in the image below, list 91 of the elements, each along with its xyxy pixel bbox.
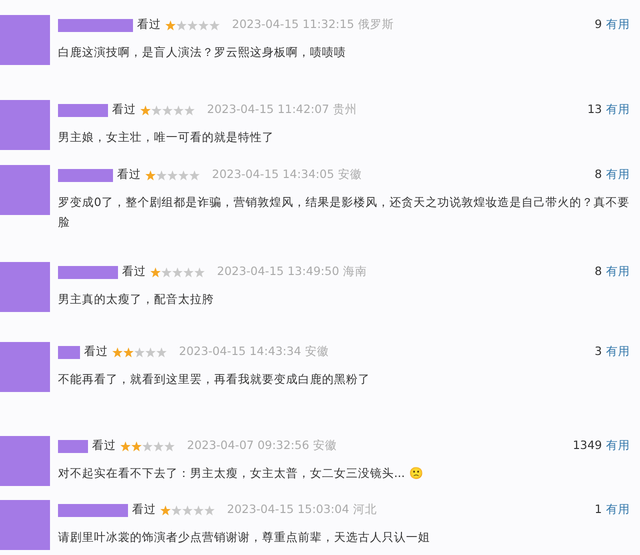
avatar[interactable] (0, 436, 50, 486)
watch-status: 看过 (132, 501, 156, 518)
redaction-bar (58, 440, 88, 452)
star-icon (112, 346, 123, 358)
useful-link[interactable]: 有用 (606, 263, 630, 281)
comment-text: 男主真的太瘦了，配音太拉胯 (58, 292, 214, 306)
comment-location: 河北 (353, 501, 378, 518)
comment-location: 海南 (343, 263, 368, 280)
avatar[interactable] (0, 165, 50, 215)
star-icon (134, 346, 145, 358)
redaction-bar (58, 346, 80, 358)
star-icon (120, 440, 131, 452)
comment-location: 俄罗斯 (358, 16, 394, 34)
vote-count: 3 (594, 343, 602, 360)
useful-link[interactable]: 有用 (606, 166, 630, 184)
star-icon (178, 170, 189, 180)
star-icon (153, 440, 164, 452)
star-icon (164, 440, 175, 452)
star-icon (142, 440, 153, 452)
redaction-bar (58, 168, 113, 182)
useful-link[interactable]: 有用 (606, 437, 630, 455)
emoji-icon: 🙁 (408, 466, 423, 480)
comment-text: 请剧里叶冰裳的饰演者少点营销谢谢，尊重点前辈，天选古人只认一姐 (58, 530, 430, 544)
star-icon (193, 504, 204, 516)
star-icon (176, 20, 187, 30)
star-icon (189, 170, 200, 180)
star-icon (209, 20, 220, 30)
star-icon (204, 504, 215, 516)
comment-time: 2023-04-15 14:34:05 (212, 166, 334, 184)
comment-text: 不能再看了，就看到这里罢，再看我就要变成白鹿的黑粉了 (58, 372, 370, 386)
watch-status: 看过 (92, 437, 116, 454)
comment-time: 2023-04-07 09:32:56 (187, 437, 310, 454)
star-icon (123, 346, 134, 358)
star-icon (198, 20, 209, 30)
watch-status: 看过 (122, 263, 146, 280)
vote-count: 8 (594, 263, 602, 280)
star-icon (182, 504, 193, 516)
comment-text: 男主娘，女主壮，唯一可看的就是特性了 (58, 130, 274, 144)
avatar[interactable] (0, 262, 50, 312)
watch-status: 看过 (112, 101, 136, 118)
vote-count: 9 (594, 16, 602, 34)
comment-text: 对不起实在看不下去了：男主太瘦，女主太普，女二女三没镜头... (58, 466, 405, 480)
star-icon (183, 266, 194, 278)
star-icon (156, 170, 167, 180)
watch-status: 看过 (117, 166, 141, 184)
star-icon (151, 104, 162, 116)
comment-time: 2023-04-15 11:42:07 (207, 101, 330, 118)
watch-status: 看过 (137, 16, 161, 34)
comment-location: 安徽 (338, 166, 362, 184)
star-icon (160, 504, 171, 516)
comment-time: 2023-04-15 11:32:15 (232, 16, 354, 34)
comment-time: 2023-04-15 13:49:50 (217, 263, 340, 280)
vote-count: 8 (594, 166, 602, 184)
comment-time: 2023-04-15 15:03:04 (227, 501, 350, 518)
avatar[interactable] (0, 15, 50, 65)
avatar[interactable] (0, 500, 50, 550)
comment-text: 罗变成0了，整个剧组都是诈骗，营销敦煌风，结果是影楼风，还贪天之功说敦煌妆造是自己带火的？真不要脸 (58, 195, 630, 229)
star-icon (140, 104, 151, 116)
redaction-bar (58, 504, 128, 516)
comment-text: 白鹿这演技啊，是盲人演法？罗云熙这身板啊，啧啧啧 (58, 45, 346, 59)
star-icon (194, 266, 205, 278)
star-icon (150, 266, 161, 278)
star-icon (173, 104, 184, 116)
vote-count: 13 (587, 101, 602, 118)
avatar[interactable] (0, 342, 50, 392)
useful-link[interactable]: 有用 (606, 16, 630, 34)
star-icon (167, 170, 178, 180)
useful-link[interactable]: 有用 (606, 101, 630, 119)
redaction-bar (58, 266, 118, 278)
star-icon (161, 266, 172, 278)
redaction-bar (58, 104, 108, 116)
star-icon (165, 20, 176, 30)
star-icon (145, 346, 156, 358)
comment-location: 安徽 (313, 437, 338, 454)
comment-location: 安徽 (305, 343, 330, 360)
star-icon (184, 104, 195, 116)
comment-time: 2023-04-15 14:43:34 (179, 343, 302, 360)
useful-link[interactable]: 有用 (606, 501, 630, 519)
useful-link[interactable]: 有用 (606, 343, 630, 361)
star-icon (172, 266, 183, 278)
comment-location: 贵州 (333, 101, 358, 118)
avatar[interactable] (0, 100, 50, 150)
star-icon (156, 346, 167, 358)
star-icon (131, 440, 142, 452)
star-icon (187, 20, 198, 30)
star-icon (171, 504, 182, 516)
watch-status: 看过 (84, 343, 108, 360)
vote-count: 1 (594, 501, 602, 518)
vote-count: 1349 (572, 437, 602, 454)
star-icon (145, 170, 156, 180)
star-icon (162, 104, 173, 116)
